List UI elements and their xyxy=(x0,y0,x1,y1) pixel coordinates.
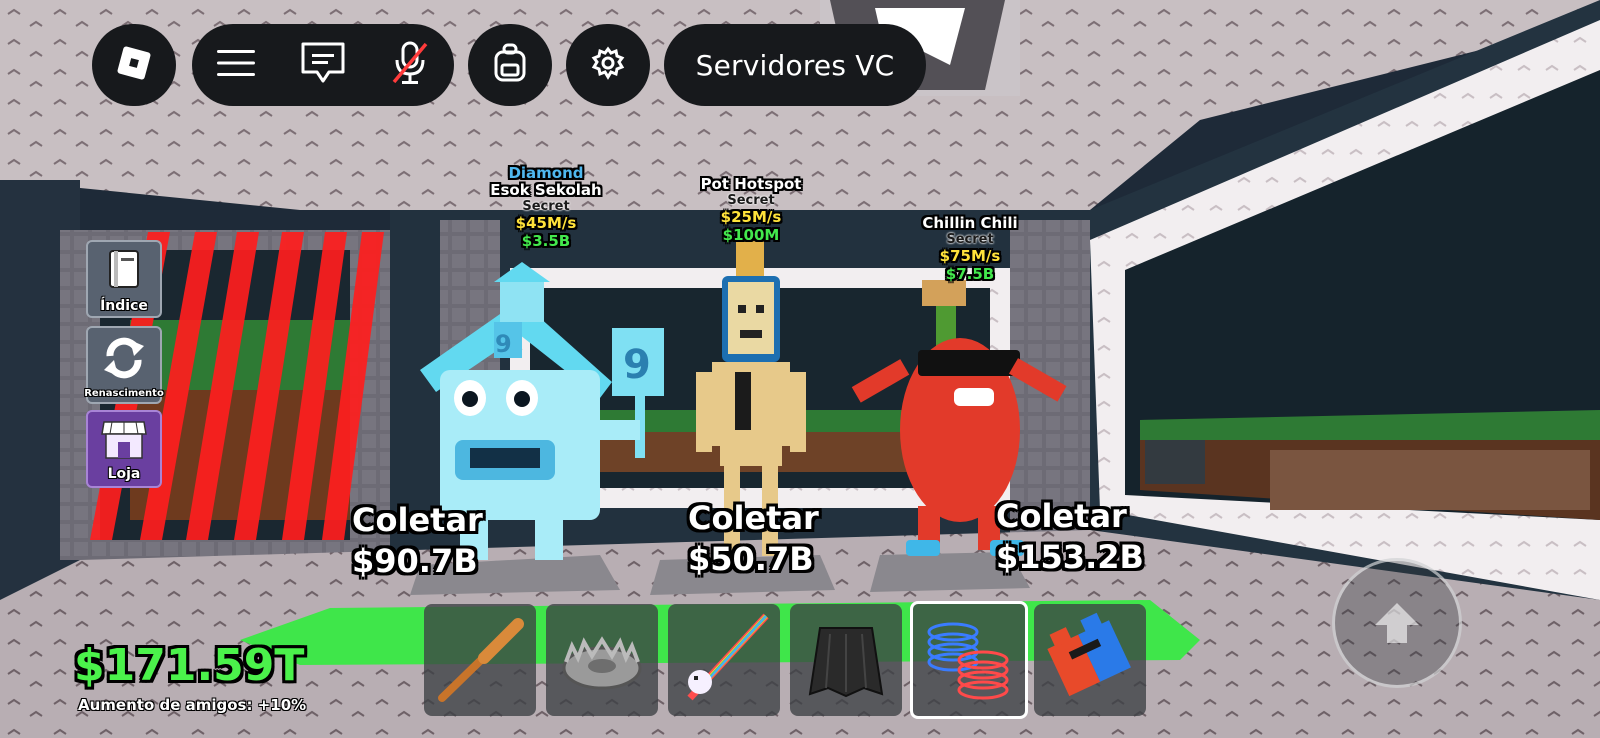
shop-button[interactable]: Loja xyxy=(86,410,162,488)
rarity-label: Secret xyxy=(727,193,775,208)
roblox-logo-icon xyxy=(117,46,151,84)
brainrot-name: Esok Sekolah xyxy=(490,181,602,199)
hotbar-slot-2[interactable] xyxy=(546,604,658,716)
arrow-up-icon xyxy=(1373,601,1421,649)
brainrot-price: $7.5B xyxy=(945,265,995,283)
bear-trap-icon xyxy=(546,636,658,720)
brainrot-name: Pot Hotspot xyxy=(700,175,802,193)
income-rate: $45M/s xyxy=(515,214,577,232)
jump-button[interactable] xyxy=(1332,558,1462,688)
speed-coil-icon xyxy=(913,622,1025,720)
chat-icon xyxy=(300,41,346,89)
hotbar-slot-3[interactable] xyxy=(668,604,780,716)
rebirth-button[interactable]: Renascimento xyxy=(84,326,164,404)
backpack-button[interactable] xyxy=(468,24,552,106)
svg-text:9: 9 xyxy=(623,342,651,388)
income-rate: $25M/s xyxy=(720,208,782,226)
mic-muted-icon xyxy=(390,40,430,90)
shop-label: Loja xyxy=(107,466,141,482)
body-swap-icon xyxy=(1034,612,1146,720)
roblox-menu-button[interactable] xyxy=(92,24,176,106)
gear-icon xyxy=(591,46,625,84)
storefront-icon xyxy=(100,418,148,466)
refresh-icon xyxy=(100,334,148,386)
rebirth-label: Renascimento xyxy=(84,388,164,399)
collect-label: Coletar xyxy=(352,501,483,539)
bat-icon xyxy=(424,618,536,720)
voice-servers-label: Servidores VC xyxy=(695,48,895,82)
brainrot-billboard-1: Diamond Esok Sekolah Secret $45M/s $3.5B xyxy=(476,165,616,250)
menu-button[interactable] xyxy=(201,30,271,100)
collect-label: Coletar xyxy=(688,499,819,537)
friend-boost-label: Aumento de amigos: +10% xyxy=(78,696,307,714)
unicorn-sword-icon xyxy=(668,613,780,720)
topbar-menu-group xyxy=(192,24,454,106)
brainrot-price: $3.5B xyxy=(521,232,571,250)
collect-pad-3[interactable]: Coletar $153.2B xyxy=(996,496,1144,578)
hamburger-icon xyxy=(216,48,255,82)
collect-pad-1[interactable]: Coletar $90.7B xyxy=(352,500,483,582)
brainrot-billboard-2: Pot Hotspot Secret $25M/s $100M xyxy=(686,175,816,244)
book-icon xyxy=(104,248,144,296)
mutation-label: Diamond xyxy=(508,164,584,182)
rarity-label: Secret xyxy=(946,232,994,247)
income-rate: $75M/s xyxy=(939,247,1001,265)
collect-amount: $90.7B xyxy=(352,542,478,580)
voice-servers-button[interactable]: Servidores VC xyxy=(664,24,926,106)
collect-amount: $50.7B xyxy=(688,540,814,578)
hotbar-slot-6[interactable] xyxy=(1034,604,1146,716)
collect-amount: $153.2B xyxy=(996,538,1144,576)
hotbar-slot-4[interactable] xyxy=(790,604,902,716)
index-label: Índice xyxy=(100,298,148,314)
svg-text:9: 9 xyxy=(495,330,512,358)
money-display: $171.59T xyxy=(74,640,305,691)
brainrot-price: $100M xyxy=(722,226,780,244)
collect-pad-2[interactable]: Coletar $50.7B xyxy=(688,498,819,580)
backpack-icon xyxy=(493,43,527,87)
mic-toggle-button[interactable] xyxy=(375,30,445,100)
hotbar-slot-1[interactable] xyxy=(424,604,536,716)
hotbar-slot-5[interactable] xyxy=(910,601,1028,719)
collect-label: Coletar xyxy=(996,497,1127,535)
cloak-icon xyxy=(790,627,902,720)
settings-button[interactable] xyxy=(566,24,650,106)
index-button[interactable]: Índice xyxy=(86,240,162,318)
chat-button[interactable] xyxy=(288,30,358,100)
brainrot-name: Chillin Chili xyxy=(922,214,1018,232)
brainrot-billboard-3: Chillin Chili Secret $75M/s $7.5B xyxy=(900,214,1040,283)
rarity-label: Secret xyxy=(522,199,570,214)
